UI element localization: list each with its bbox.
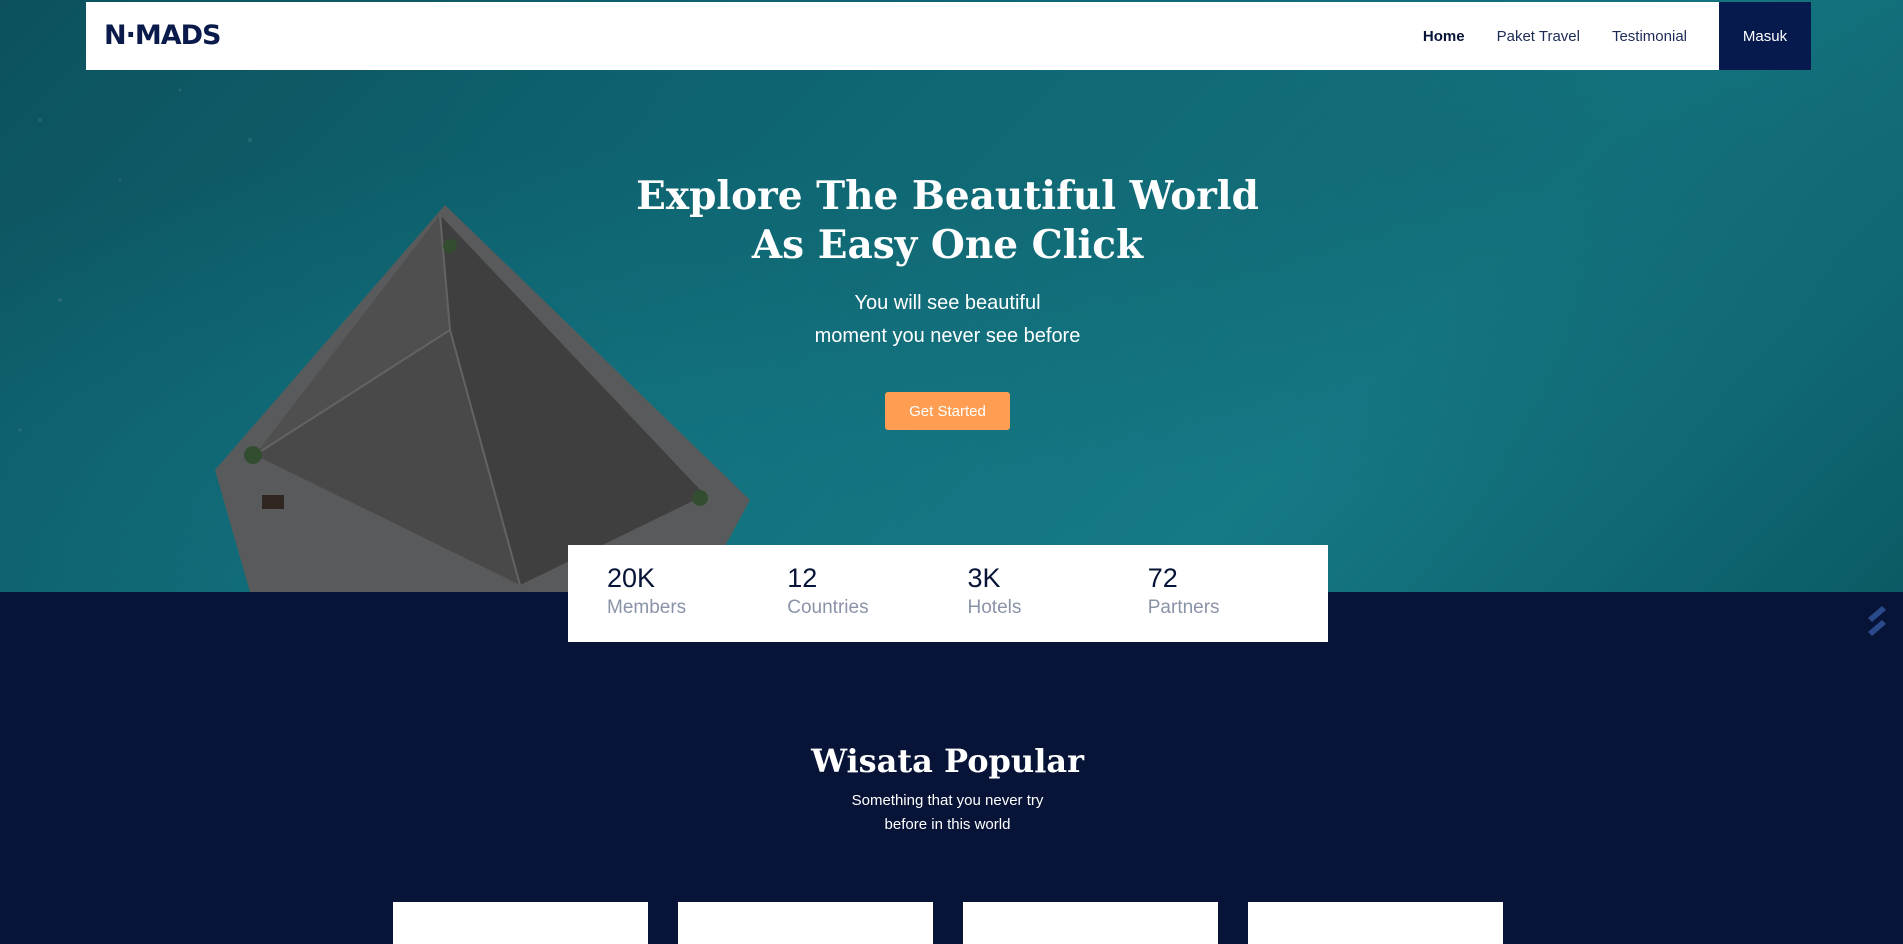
get-started-button[interactable]: Get Started	[885, 392, 1010, 430]
hero-subtitle: You will see beautiful moment you never …	[0, 287, 1895, 353]
nav-link-paket-travel[interactable]: Paket Travel	[1497, 28, 1580, 45]
stat-value: 72	[1147, 563, 1178, 593]
travel-card[interactable]	[393, 902, 648, 944]
stats-bar: 20K Members 12 Countries 3K Hotels 72 Pa…	[568, 545, 1328, 642]
hero-subtitle-line-2: moment you never see before	[814, 325, 1081, 347]
stat-label: Partners	[1147, 597, 1220, 618]
travel-card[interactable]	[678, 902, 933, 944]
login-button[interactable]: Masuk	[1719, 2, 1811, 70]
stat-value: 20K	[607, 563, 656, 593]
nav-links: Home Paket Travel Testimonial	[1423, 2, 1687, 70]
stat-hotels: 3K Hotels	[968, 545, 1148, 642]
hero-title-line-2: As Easy One Click	[751, 222, 1144, 268]
popular-section-title: Wisata Popular	[811, 742, 1084, 780]
stat-label: Countries	[787, 597, 869, 618]
nav-link-testimonial[interactable]: Testimonial	[1612, 28, 1687, 45]
popular-cards	[393, 902, 1503, 944]
hero-subtitle-line-1: You will see beautiful	[854, 292, 1041, 314]
brand-logo[interactable]: N·MADS	[104, 20, 221, 52]
hero-title-line-1: Explore The Beautiful World	[636, 173, 1259, 219]
stat-label: Members	[607, 597, 687, 618]
nav-link-home[interactable]: Home	[1423, 28, 1465, 45]
stat-value: 12	[787, 563, 818, 593]
popular-subtitle-line-2: before in this world	[884, 816, 1011, 833]
floating-widget-icon[interactable]	[1862, 604, 1892, 638]
navbar: N·MADS Home Paket Travel Testimonial Mas…	[86, 2, 1811, 70]
stat-members: 20K Members	[607, 545, 787, 642]
stat-value: 3K	[967, 563, 1001, 593]
travel-card[interactable]	[963, 902, 1218, 944]
hero-title: Explore The Beautiful World As Easy One …	[0, 172, 1895, 270]
travel-card[interactable]	[1248, 902, 1503, 944]
popular-section-subtitle: Something that you never try before in t…	[0, 789, 1895, 837]
stat-countries: 12 Countries	[787, 545, 967, 642]
stat-label: Hotels	[967, 597, 1022, 618]
popular-subtitle-line-1: Something that you never try	[851, 792, 1044, 809]
stat-partners: 72 Partners	[1148, 545, 1328, 642]
